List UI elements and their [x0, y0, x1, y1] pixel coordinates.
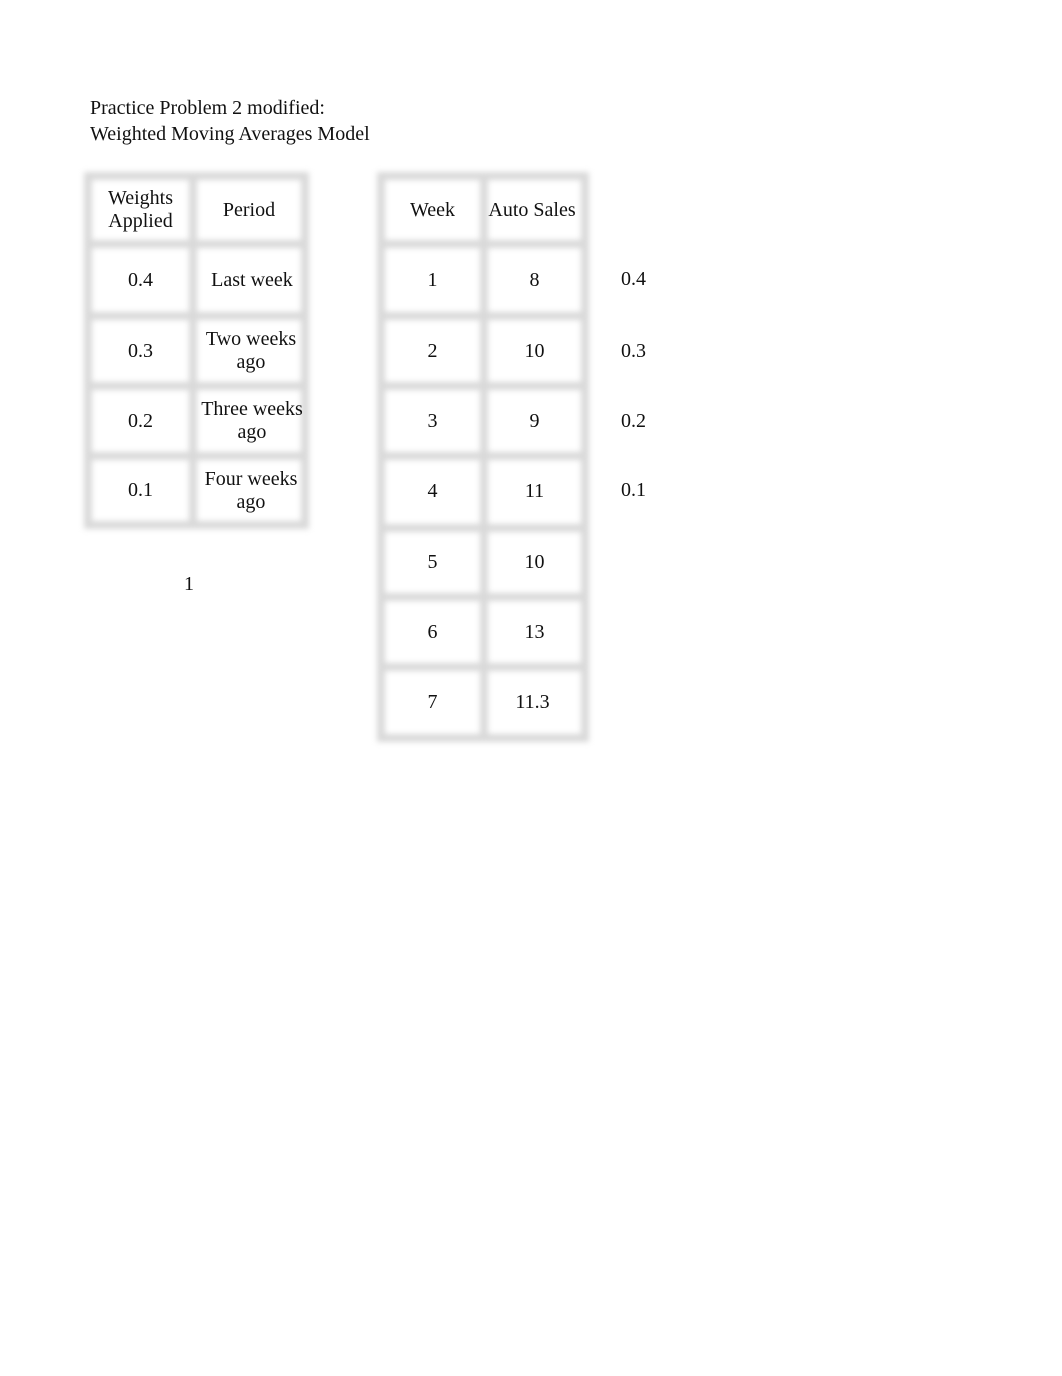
weights-sum: 1 [184, 573, 194, 595]
week-cell: 5 [427, 551, 438, 573]
weight-cell: 0.1 [128, 479, 153, 501]
period-line: Four weeks [204, 467, 298, 490]
sales-cell: 10 [524, 339, 545, 362]
period-line: ago [236, 490, 266, 513]
week-cell: 6 [427, 620, 438, 643]
sales-cell: 13 [524, 620, 545, 643]
header-auto-sales: Auto Sales [488, 198, 576, 221]
weight-cell: 0.4 [128, 268, 153, 291]
header-weights-applied: Weights Applied [92, 180, 189, 240]
side-weight: 0.4 [621, 268, 646, 290]
period-line: Three weeks [201, 398, 303, 420]
side-weight: 0.1 [621, 479, 646, 501]
sales-cell: 9 [529, 409, 540, 432]
period-line: ago [236, 351, 266, 373]
sales-cell: 10 [524, 551, 545, 573]
week-cell: 4 [427, 479, 438, 502]
period-cell: Three weeks ago [197, 390, 307, 452]
week-cell: 7 [427, 691, 438, 713]
side-weight: 0.2 [621, 410, 646, 432]
weight-cell: 0.2 [128, 409, 153, 432]
period-line: ago [237, 421, 267, 443]
side-weight: 0.3 [621, 340, 646, 362]
header-line: Weights [107, 187, 174, 209]
header-week: Week [409, 198, 456, 221]
header-line: Period [222, 198, 276, 221]
sales-cell: 11.3 [515, 691, 550, 713]
period-cell: Last week [197, 248, 307, 312]
period-line: Two weeks [205, 328, 297, 350]
header-line: Applied [108, 210, 173, 232]
week-cell: 1 [427, 268, 438, 291]
period-cell: Four weeks ago [197, 460, 305, 521]
period-cell: Two weeks ago [197, 320, 305, 382]
weight-cell: 0.3 [128, 339, 153, 362]
header-period: Period [197, 180, 301, 240]
period-line: Last week [211, 268, 293, 291]
week-cell: 3 [427, 409, 438, 432]
sales-cell: 11 [524, 479, 545, 502]
sales-cell: 8 [529, 268, 540, 291]
week-cell: 2 [427, 339, 438, 362]
